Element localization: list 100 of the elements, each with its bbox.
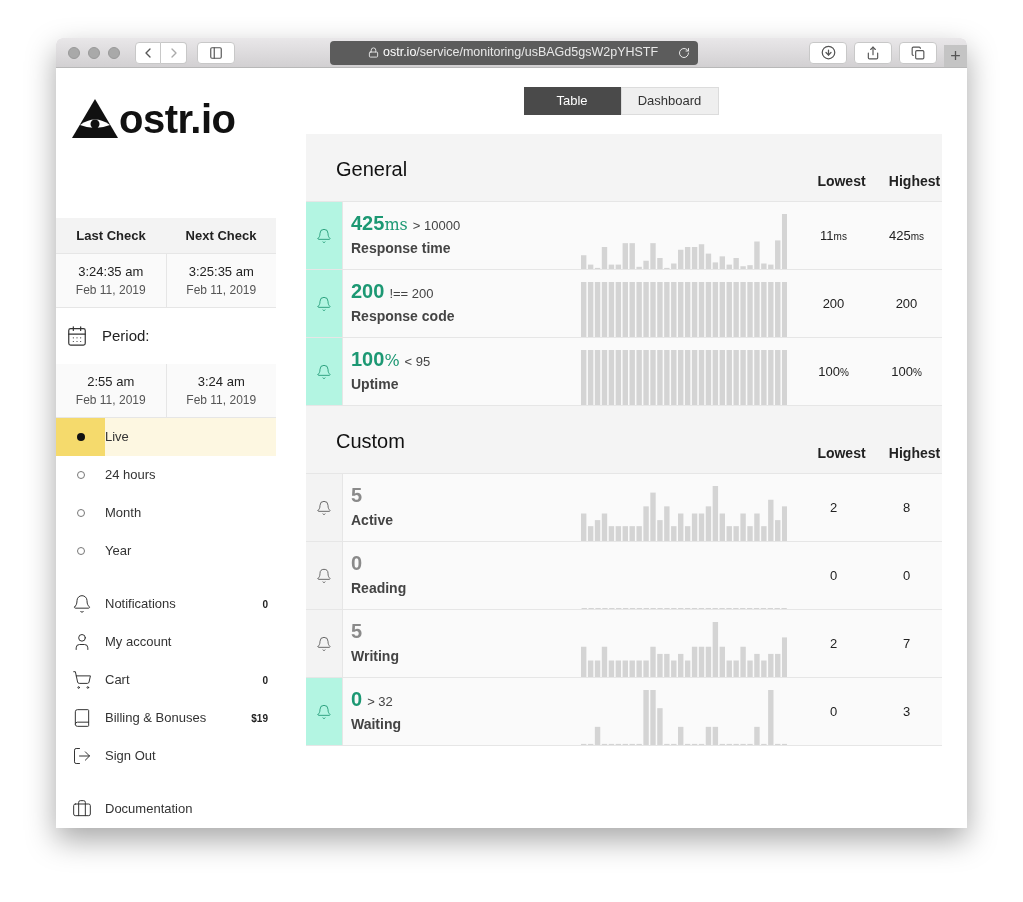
briefcase-icon	[72, 799, 92, 819]
metric-value: 5	[351, 484, 363, 505]
metric-value: 100	[351, 348, 385, 369]
menu-item[interactable]: My account	[105, 632, 172, 652]
threshold-text: !== 200	[389, 286, 434, 300]
menu-item[interactable]: Documentation	[105, 799, 193, 819]
metric-value: 5	[351, 620, 363, 641]
menu-item[interactable]: Notifications	[105, 594, 176, 614]
date-text: Feb 11, 2019	[186, 282, 257, 300]
back-button[interactable]	[135, 41, 161, 64]
period-option[interactable]: Year	[56, 532, 276, 570]
alert-cell[interactable]	[306, 678, 343, 745]
highest-value: 8	[902, 498, 911, 517]
period-option[interactable]: 24 hours	[56, 456, 276, 494]
highest-value: 100%	[891, 362, 922, 381]
count-label: $19	[251, 711, 268, 726]
metric-name: Response code	[351, 306, 456, 326]
view-tab[interactable]: Table	[523, 87, 621, 115]
highest-value: 425ms	[888, 226, 924, 245]
tabs-icon	[911, 45, 925, 60]
highest-value: 7	[902, 634, 911, 653]
count-label: 0	[262, 597, 268, 612]
exit-icon	[72, 746, 92, 766]
bell-icon	[316, 635, 332, 652]
metric-name: Reading	[351, 578, 408, 598]
download-icon	[820, 45, 836, 60]
alert-cell[interactable]	[306, 270, 343, 337]
alert-cell[interactable]	[306, 338, 343, 405]
column-header: Next Check	[185, 226, 257, 245]
time-text: 3:24:35 am	[78, 262, 144, 281]
view-tab[interactable]: Dashboard	[620, 87, 719, 115]
highest-value: 3	[902, 702, 911, 721]
bell-icon	[316, 567, 332, 584]
threshold-text: < 95	[404, 354, 431, 368]
lowest-value: 11ms	[820, 226, 847, 245]
metric-name: Writing	[351, 646, 400, 666]
column-header: Last Check	[76, 226, 146, 245]
date-text: Feb 11, 2019	[75, 282, 146, 300]
metric-value: 0	[351, 688, 363, 709]
column-header: Lowest	[817, 172, 866, 191]
new-tab-button[interactable]: +	[944, 45, 967, 67]
alert-cell[interactable]	[306, 542, 343, 609]
date-text: Feb 11, 2019	[186, 392, 257, 410]
calendar-icon	[66, 325, 88, 347]
window-control[interactable]	[68, 46, 80, 59]
sidebar-icon	[209, 45, 223, 60]
bell-icon	[316, 703, 332, 720]
menu-item[interactable]: Sign Out	[105, 746, 156, 766]
period-option[interactable]: Live	[56, 418, 276, 456]
bell-icon	[316, 363, 332, 380]
eye-triangle-icon	[71, 98, 119, 138]
alert-cell[interactable]	[306, 474, 343, 541]
section-title: General	[336, 157, 408, 182]
threshold-text: > 10000	[412, 218, 461, 232]
bell-icon	[316, 227, 332, 244]
share-icon	[866, 45, 880, 60]
metric-name: Uptime	[351, 374, 400, 394]
menu-item[interactable]: Billing & Bonuses	[105, 708, 207, 728]
metric-name: Waiting	[351, 714, 403, 734]
bell-icon	[72, 594, 92, 614]
metric-name: Active	[351, 510, 395, 530]
metric-unit: ms	[384, 216, 408, 233]
column-header: Highest	[888, 172, 941, 191]
lowest-value: 100%	[818, 362, 849, 381]
book-icon	[72, 708, 92, 728]
logo-text: ostr.io	[119, 99, 236, 139]
time-text: 2:55 am	[87, 372, 135, 391]
radio-icon	[76, 433, 85, 441]
highest-value: 200	[895, 294, 918, 313]
forward-button[interactable]	[161, 41, 187, 64]
lowest-value: 0	[829, 566, 838, 585]
threshold-text: > 32	[367, 694, 393, 708]
sidebar-button[interactable]	[197, 41, 235, 64]
period-option[interactable]: Month	[56, 494, 276, 532]
menu-item[interactable]: Cart	[105, 670, 130, 690]
highest-value: 0	[902, 566, 911, 585]
address-bar[interactable]: ostr.io/service/monitoring/usBAGd5gsW2pYHSTF	[330, 40, 698, 65]
share-button[interactable]	[854, 41, 892, 64]
column-header: Highest	[888, 444, 941, 463]
metric-unit: %	[384, 352, 400, 369]
lowest-value: 200	[822, 294, 845, 313]
window-control[interactable]	[108, 46, 120, 59]
column-header: Lowest	[817, 444, 866, 463]
lowest-value: 2	[829, 498, 838, 517]
url-text: ostr.io/service/monitoring/usBAGd5gsW2pYHSTF	[383, 44, 659, 62]
lowest-value: 0	[829, 702, 838, 721]
download-button[interactable]	[809, 41, 847, 64]
lock-icon	[368, 47, 379, 58]
alert-cell[interactable]	[306, 610, 343, 677]
window-control[interactable]	[88, 46, 100, 59]
alert-cell[interactable]	[306, 202, 343, 269]
count-label: 0	[262, 673, 268, 688]
time-text: 3:24 am	[197, 372, 245, 391]
reload-icon[interactable]	[678, 46, 690, 59]
metric-value: 200	[351, 280, 385, 301]
date-text: Feb 11, 2019	[75, 392, 146, 410]
cart-icon	[72, 670, 92, 690]
metric-value: 425	[351, 212, 385, 233]
metric-value: 0	[351, 552, 363, 573]
tabs-button[interactable]	[899, 41, 937, 64]
